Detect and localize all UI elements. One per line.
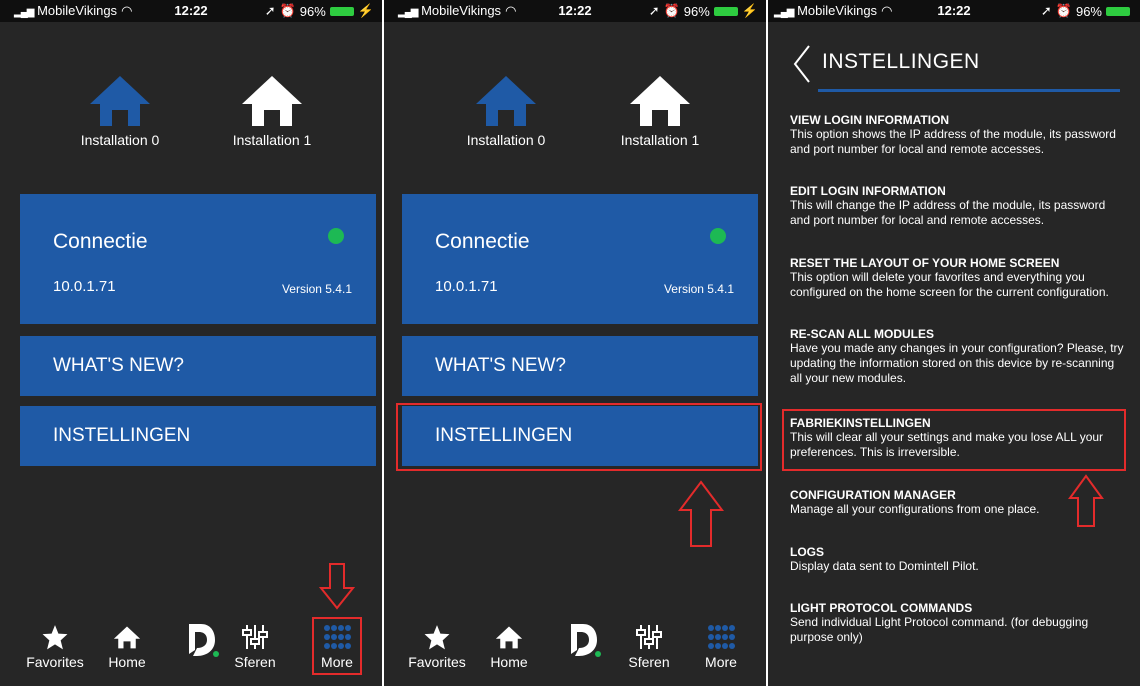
option-logs[interactable]: LOGS Display data sent to Domintell Pilo… (790, 545, 1128, 574)
option-title: LIGHT PROTOCOL COMMANDS (790, 601, 973, 615)
tab-more[interactable]: More (686, 624, 756, 670)
connection-ip: 10.0.1.71 (435, 278, 498, 295)
highlight-box (396, 403, 762, 471)
connection-status-indicator (710, 228, 726, 244)
connection-card[interactable]: Connectie 10.0.1.71 Version 5.4.1 (402, 194, 758, 324)
status-bar: ▂▄▆ MobileVikings ◠ 12:22 ➚ ⏰ 96% ⚡ (384, 0, 766, 22)
location-icon: ➚ (1040, 3, 1052, 18)
battery-percent: 96% (299, 3, 326, 19)
option-title: RESET THE LAYOUT OF YOUR HOME SCREEN (790, 256, 1060, 270)
alarm-icon: ⏰ (279, 3, 296, 18)
option-description: Have you made any changes in your config… (790, 341, 1124, 385)
whats-new-button[interactable]: WHAT'S NEW? (20, 336, 376, 396)
highlight-box (782, 409, 1126, 471)
arrow-up-icon (1068, 474, 1104, 527)
tab-domintell[interactable] (548, 620, 618, 664)
phone-screen-home: ▂▄▆ MobileVikings ◠ 12:22 ➚ ⏰ 96% ⚡ Installa… (0, 0, 382, 686)
connection-version: Version 5.4.1 (281, 282, 352, 296)
tab-label: Sferen (234, 654, 276, 670)
connection-title: Connectie (435, 230, 530, 253)
tab-sferen[interactable]: Sferen (220, 624, 290, 670)
house-icon (630, 76, 690, 126)
option-description: Display data sent to Domintell Pilot. (790, 559, 979, 573)
option-title: EDIT LOGIN INFORMATION (790, 184, 946, 198)
star-icon (42, 625, 68, 650)
tab-label: Home (108, 654, 146, 670)
alarm-icon: ⏰ (1055, 3, 1072, 18)
installation-1-button[interactable]: Installation 1 (600, 74, 720, 148)
option-view-login[interactable]: VIEW LOGIN INFORMATION This option shows… (790, 113, 1128, 157)
house-icon (476, 76, 536, 126)
alarm-icon: ⏰ (663, 3, 680, 18)
installation-1-button[interactable]: Installation 1 (212, 74, 332, 148)
sliders-icon (242, 625, 268, 649)
tab-label: Home (490, 654, 528, 670)
tab-home[interactable]: Home (92, 624, 162, 670)
installation-label: Installation 1 (232, 132, 312, 148)
whats-new-button[interactable]: WHAT'S NEW? (402, 336, 758, 396)
installation-0-button[interactable]: Installation 0 (446, 74, 566, 148)
tab-favorites[interactable]: Favorites (20, 624, 90, 670)
battery-icon (329, 6, 354, 16)
arrow-down-icon (319, 563, 355, 610)
option-title: VIEW LOGIN INFORMATION (790, 113, 950, 127)
charging-icon: ⚡ (741, 3, 758, 18)
installation-label: Installation 1 (620, 132, 700, 148)
battery-percent: 96% (683, 3, 710, 19)
connection-title: Connectie (53, 230, 148, 253)
option-description: This will change the IP address of the m… (790, 198, 1106, 227)
option-title: LOGS (790, 545, 825, 559)
installation-label: Installation 0 (80, 132, 160, 148)
option-description: This option will delete your favorites a… (790, 270, 1109, 299)
home-icon (113, 626, 141, 649)
battery-icon (713, 6, 738, 16)
installation-0-button[interactable]: Installation 0 (60, 74, 180, 148)
star-icon (424, 625, 450, 650)
phone-screen-home-step2: ▂▄▆ MobileVikings ◠ 12:22 ➚ ⏰ 96% ⚡ Installa… (384, 0, 766, 686)
domintell-logo-icon (571, 624, 601, 657)
tab-home[interactable]: Home (474, 624, 544, 670)
option-reset-layout[interactable]: RESET THE LAYOUT OF YOUR HOME SCREEN Thi… (790, 256, 1128, 300)
settings-button[interactable]: INSTELLINGEN (20, 406, 376, 466)
battery-icon (1106, 6, 1130, 16)
connection-card[interactable]: Connectie 10.0.1.71 Version 5.4.1 (20, 194, 376, 324)
option-description: Send individual Light Protocol command. … (790, 615, 1089, 644)
connection-status-indicator (328, 228, 344, 244)
option-rescan-modules[interactable]: RE-SCAN ALL MODULES Have you made any ch… (790, 327, 1128, 386)
arrow-up-icon (678, 480, 724, 547)
house-icon (90, 76, 150, 126)
home-icon (495, 626, 523, 649)
status-bar: ▂▄▆ MobileVikings ◠ 12:22 ➚ ⏰ 96% ⚡ (0, 0, 382, 22)
tab-bar: Favorites Home Sferen More (384, 612, 766, 686)
tab-favorites[interactable]: Favorites (402, 624, 472, 670)
option-title: RE-SCAN ALL MODULES (790, 327, 934, 341)
location-icon: ➚ (648, 3, 660, 18)
status-bar: ▂▄▆ MobileVikings ◠ 12:22 ➚ ⏰ 96% (768, 0, 1140, 22)
back-chevron-icon[interactable] (792, 44, 812, 84)
sliders-icon (636, 625, 662, 649)
grid-icon (708, 625, 735, 649)
connection-ip: 10.0.1.71 (53, 278, 116, 295)
page-title: INSTELLINGEN (822, 50, 980, 73)
connection-version: Version 5.4.1 (663, 282, 734, 296)
settings-header: INSTELLINGEN (788, 36, 1120, 92)
highlight-box (312, 617, 362, 675)
header-underline (818, 89, 1120, 92)
battery-percent: 96% (1075, 3, 1102, 19)
location-icon: ➚ (264, 3, 276, 18)
domintell-logo-icon (189, 624, 219, 657)
phone-screen-settings: ▂▄▆ MobileVikings ◠ 12:22 ➚ ⏰ 96% INSTELLIN… (768, 0, 1140, 686)
option-light-protocol[interactable]: LIGHT PROTOCOL COMMANDS Send individual … (790, 601, 1128, 645)
option-edit-login[interactable]: EDIT LOGIN INFORMATION This will change … (790, 184, 1128, 228)
charging-icon: ⚡ (357, 3, 374, 18)
house-icon (242, 76, 302, 126)
tab-sferen[interactable]: Sferen (614, 624, 684, 670)
tab-label: Sferen (628, 654, 670, 670)
tab-label: More (705, 654, 737, 670)
tab-label: Favorites (26, 654, 84, 670)
installation-label: Installation 0 (466, 132, 546, 148)
tab-label: Favorites (408, 654, 466, 670)
option-description: This option shows the IP address of the … (790, 127, 1116, 156)
